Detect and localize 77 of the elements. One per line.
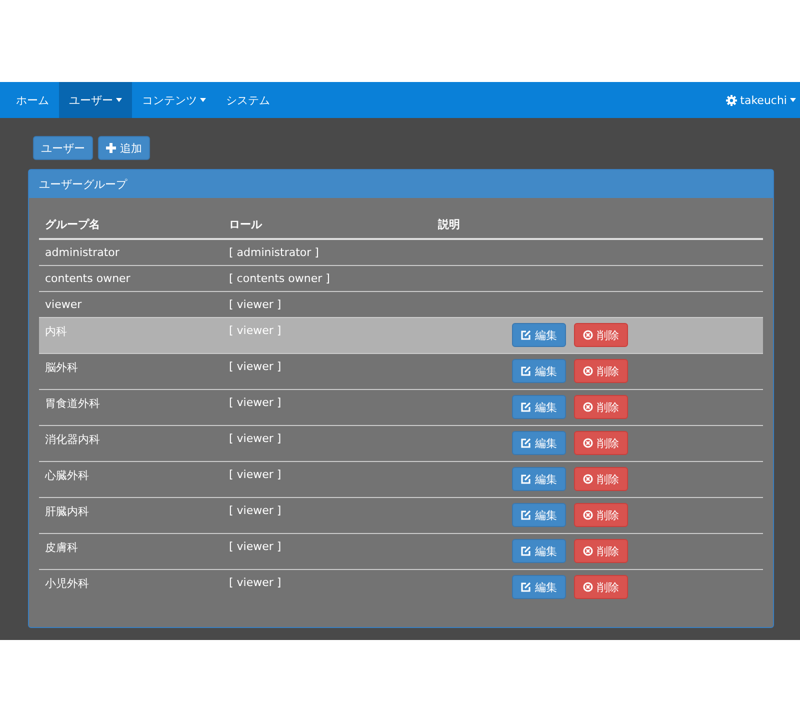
table-cell: [ viewer ] xyxy=(229,298,282,311)
edit-icon xyxy=(521,366,531,376)
table-cell: 胃食道外科 xyxy=(45,397,100,410)
table-cell: [ viewer ] xyxy=(229,324,282,337)
table-row[interactable]: contents owner [ contents owner ] xyxy=(39,266,763,292)
edit-button[interactable]: 編集 xyxy=(512,575,566,599)
table-row[interactable]: 胃食道外科 [ viewer ] 編集 削除 xyxy=(39,390,763,426)
edit-icon xyxy=(521,510,531,520)
delete-button[interactable]: 削除 xyxy=(574,359,628,383)
add-button[interactable]: 追加 xyxy=(98,136,150,160)
table-cell: [ viewer ] xyxy=(229,396,282,409)
table-cell: [ viewer ] xyxy=(229,360,282,373)
delete-button[interactable]: 削除 xyxy=(574,431,628,455)
circle-x-icon xyxy=(583,510,593,520)
table-cell: [ viewer ] xyxy=(229,504,282,517)
table-cell: viewer xyxy=(45,298,82,311)
column-header: 説明 xyxy=(438,218,460,231)
nav-item[interactable]: システム xyxy=(216,82,280,118)
table-cell: contents owner xyxy=(45,272,130,285)
table-cell: 消化器内科 xyxy=(45,433,100,446)
table-row[interactable]: 内科 [ viewer ] 編集 削除 xyxy=(39,318,763,354)
table-cell: [ viewer ] xyxy=(229,432,282,445)
edit-button[interactable]: 編集 xyxy=(512,395,566,419)
table-cell: [ viewer ] xyxy=(229,576,282,589)
edit-icon xyxy=(521,582,531,592)
edit-button[interactable]: 編集 xyxy=(512,431,566,455)
circle-x-icon xyxy=(583,582,593,592)
delete-button[interactable]: 削除 xyxy=(574,467,628,491)
edit-icon xyxy=(521,546,531,556)
table-row[interactable]: 皮膚科 [ viewer ] 編集 削除 xyxy=(39,534,763,570)
edit-icon xyxy=(521,474,531,484)
circle-x-icon xyxy=(583,438,593,448)
edit-button[interactable]: 編集 xyxy=(512,323,566,347)
table-row[interactable]: 肝臓内科 [ viewer ] 編集 削除 xyxy=(39,498,763,534)
delete-button[interactable]: 削除 xyxy=(574,395,628,419)
nav-item[interactable]: コンテンツ xyxy=(132,82,216,118)
table-row[interactable]: 小児外科 [ viewer ] 編集 削除 xyxy=(39,570,763,605)
table-row[interactable]: 消化器内科 [ viewer ] 編集 削除 xyxy=(39,426,763,462)
edit-icon xyxy=(521,438,531,448)
table-cell: 皮膚科 xyxy=(45,541,78,554)
nav-item[interactable]: ユーザー xyxy=(59,82,132,118)
edit-icon xyxy=(521,402,531,412)
circle-x-icon xyxy=(583,474,593,484)
table-cell: 内科 xyxy=(45,325,67,338)
circle-x-icon xyxy=(583,366,593,376)
table-row[interactable]: 心臓外科 [ viewer ] 編集 削除 xyxy=(39,462,763,498)
gear-icon xyxy=(726,94,738,106)
table-cell: administrator xyxy=(45,246,120,259)
circle-x-icon xyxy=(583,330,593,340)
delete-button[interactable]: 削除 xyxy=(574,539,628,563)
edit-icon xyxy=(521,330,531,340)
table-cell: 肝臓内科 xyxy=(45,505,89,518)
column-header: グループ名 xyxy=(45,218,100,231)
table-cell: [ viewer ] xyxy=(229,540,282,553)
table-cell: 小児外科 xyxy=(45,577,89,590)
table-cell: [ administrator ] xyxy=(229,246,319,259)
circle-x-icon xyxy=(583,402,593,412)
table-row[interactable]: 脳外科 [ viewer ] 編集 削除 xyxy=(39,354,763,390)
table-cell: 心臓外科 xyxy=(45,469,89,482)
edit-button[interactable]: 編集 xyxy=(512,539,566,563)
nav-item[interactable]: ホーム xyxy=(6,82,59,118)
table-cell: [ contents owner ] xyxy=(229,272,330,285)
panel-title: ユーザーグループ xyxy=(39,176,127,192)
table-cell: 脳外科 xyxy=(45,361,78,374)
circle-x-icon xyxy=(583,546,593,556)
edit-button[interactable]: 編集 xyxy=(512,503,566,527)
user-menu[interactable]: takeuchi xyxy=(726,82,800,118)
plus-icon xyxy=(106,143,116,153)
edit-button[interactable]: 編集 xyxy=(512,467,566,491)
users-button[interactable]: ユーザー xyxy=(33,136,93,160)
table-row[interactable]: administrator [ administrator ] xyxy=(39,239,763,266)
delete-button[interactable]: 削除 xyxy=(574,323,628,347)
edit-button[interactable]: 編集 xyxy=(512,359,566,383)
table-cell: [ viewer ] xyxy=(229,468,282,481)
delete-button[interactable]: 削除 xyxy=(574,575,628,599)
delete-button[interactable]: 削除 xyxy=(574,503,628,527)
column-header: ロール xyxy=(229,218,262,231)
